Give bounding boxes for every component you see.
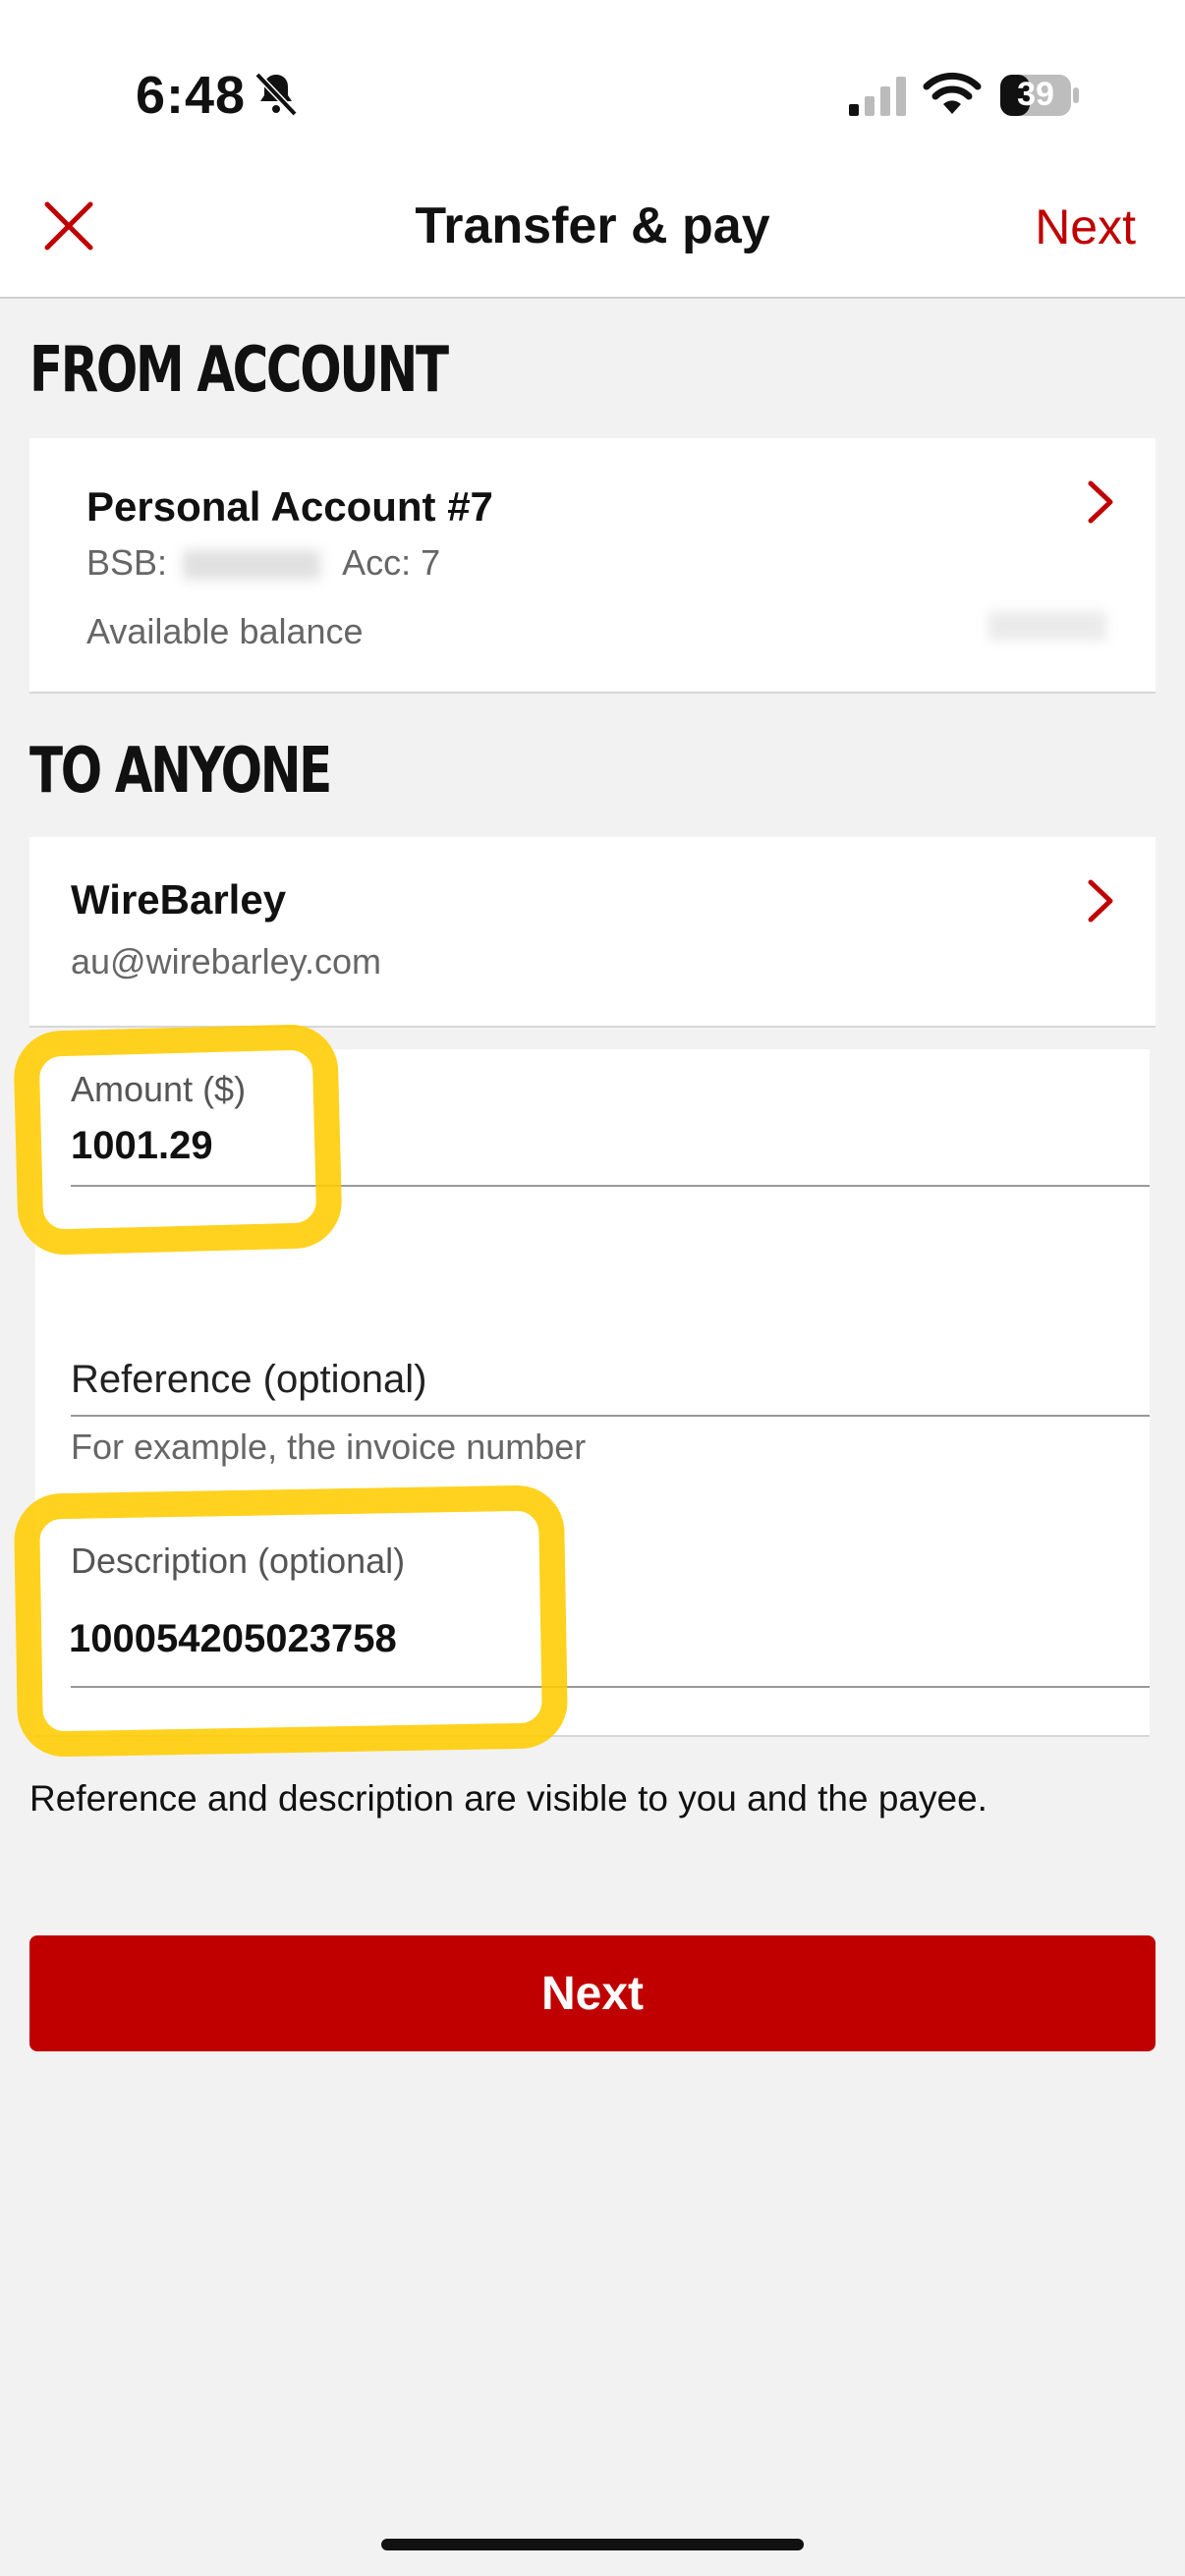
to-anyone-heading: TO ANYONE	[29, 735, 332, 808]
page-title: Transfer & pay	[415, 197, 770, 254]
header: 6:48 39 Transfer & pay Next	[0, 0, 1185, 299]
from-account-card[interactable]: Personal Account #7 BSB: Acc: 7 Availabl…	[29, 438, 1156, 694]
cellular-signal-icon	[849, 77, 906, 116]
payee-card[interactable]: WireBarley au@wirebarley.com	[29, 837, 1156, 1028]
from-account-heading: FROM ACCOUNT	[29, 334, 449, 407]
reference-input[interactable]: Reference (optional)	[71, 1358, 426, 1402]
account-numbers: BSB: Acc: 7	[86, 542, 440, 584]
bell-muted-icon	[254, 72, 298, 117]
available-balance-redacted	[988, 611, 1106, 641]
nav-next-button[interactable]: Next	[1035, 198, 1136, 255]
description-highlight	[13, 1484, 569, 1758]
visibility-note: Reference and description are visible to…	[29, 1778, 988, 1819]
battery-percentage: 39	[1017, 76, 1054, 113]
chevron-right-icon	[1088, 480, 1113, 524]
amount-highlight	[13, 1023, 343, 1257]
available-balance-label: Available balance	[86, 611, 364, 651]
home-indicator	[381, 2539, 804, 2550]
acc-label: Acc: 7	[342, 542, 441, 583]
bsb-redacted	[183, 550, 321, 581]
bsb-label: BSB:	[86, 542, 168, 583]
payee-email: au@wirebarley.com	[71, 941, 381, 981]
wifi-icon	[923, 72, 982, 114]
account-name: Personal Account #7	[86, 483, 493, 530]
chevron-right-icon	[1088, 879, 1113, 923]
reference-hint: For example, the invoice number	[71, 1427, 587, 1467]
reference-underline	[71, 1415, 1150, 1417]
payee-name: WireBarley	[71, 876, 287, 923]
status-time: 6:48	[136, 66, 247, 125]
next-button[interactable]: Next	[29, 1935, 1156, 2051]
